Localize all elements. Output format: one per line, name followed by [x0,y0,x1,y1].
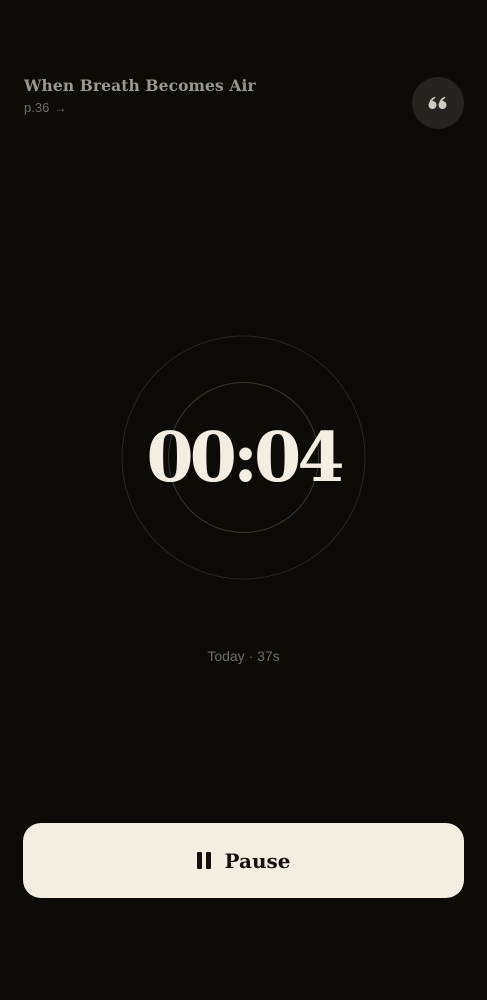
reading-timer-screen: When Breath Becomes Air p.36 → 00:04 Tod… [0,0,487,1000]
page-number: p.36 [24,100,50,115]
pause-button[interactable]: Pause [23,823,464,898]
pause-icon [196,852,211,869]
timer-display: 00:04 [146,417,344,498]
pause-label: Pause [224,848,291,873]
book-title: When Breath Becomes Air [24,76,256,95]
quote-button[interactable] [412,77,464,129]
arrow-right-icon: → [54,100,67,115]
page-link[interactable]: p.36 → [24,100,66,115]
timer-dial: 00:04 [121,335,366,580]
quote-icon [428,96,447,109]
today-reading-stat: Today · 37s [207,648,280,664]
